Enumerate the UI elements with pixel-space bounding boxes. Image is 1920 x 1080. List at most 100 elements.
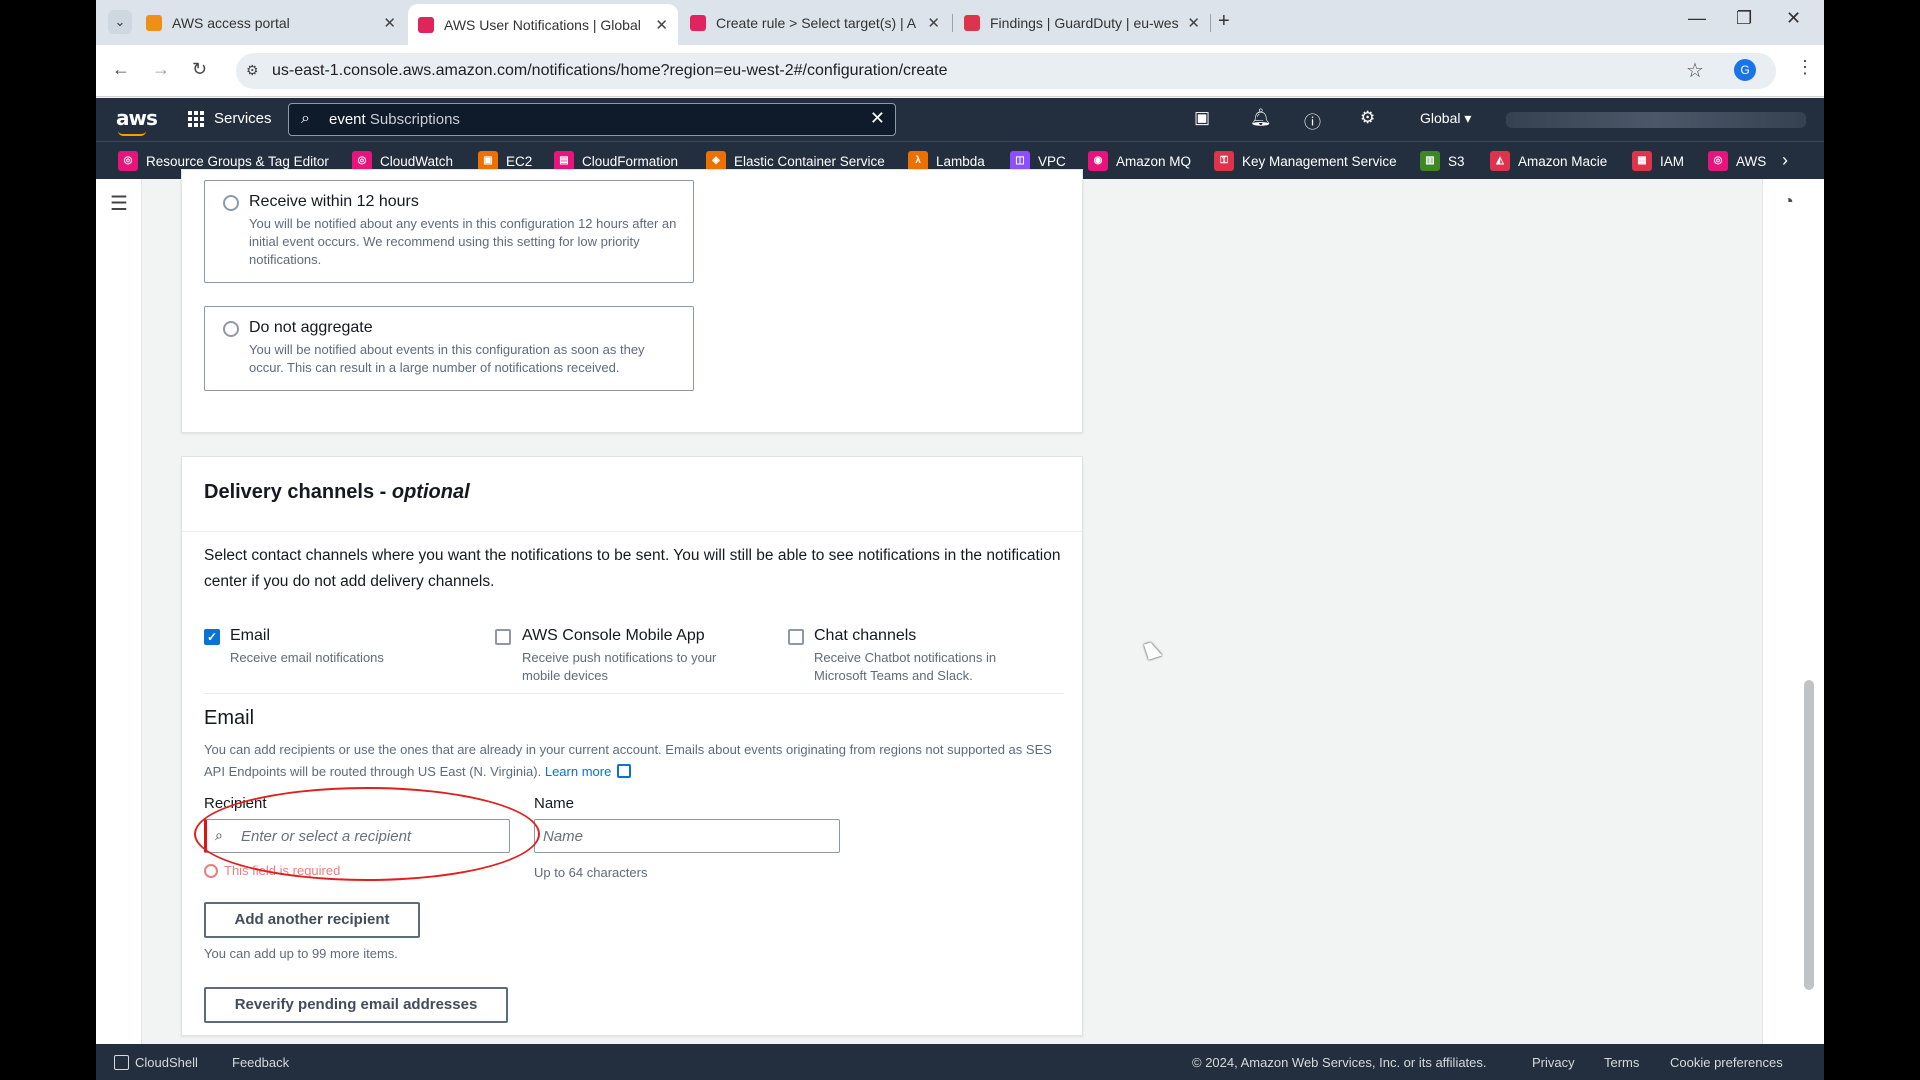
menu-hamburger-icon[interactable]: ☰ (110, 191, 128, 216)
region-selector[interactable]: Global ▾ (1420, 110, 1471, 127)
option-title: Do not aggregate (249, 319, 373, 336)
guardduty-favicon-icon (964, 15, 980, 31)
cloudshell-icon[interactable]: ▣ (1194, 108, 1210, 128)
favorite-s3[interactable]: ▥ S3 (1420, 151, 1465, 171)
tab-title: Create rule > Select target(s) | A (716, 15, 917, 31)
add-another-recipient-button[interactable]: Add another recipient (204, 902, 420, 938)
chevron-right-icon[interactable]: › (1782, 150, 1788, 171)
cloudshell-icon (114, 1055, 129, 1070)
site-info-icon[interactable]: ⚙ (246, 62, 259, 79)
mobile-app-checkbox[interactable] (495, 629, 511, 645)
name-input[interactable]: Name (534, 819, 840, 853)
error-icon (204, 863, 218, 878)
reload-icon[interactable]: ↻ (192, 59, 207, 80)
browser-menu-icon[interactable]: ⋮ (1796, 57, 1814, 78)
console-footer: CloudShell Feedback © 2024, Amazon Web S… (96, 1044, 1824, 1080)
feedback-link[interactable]: Feedback (232, 1055, 289, 1070)
eventbridge-favicon-icon (690, 15, 706, 31)
favorite-cloudwatch[interactable]: ◎ CloudWatch (352, 151, 453, 171)
help-icon[interactable]: ⓘ (1304, 108, 1321, 133)
delivery-description: Select contact channels where you want t… (204, 547, 1061, 590)
learn-more-link[interactable]: Learn more (545, 764, 611, 779)
favorite-kms[interactable]: ⚿ Key Management Service (1214, 151, 1397, 171)
reverify-email-button[interactable]: Reverify pending email addresses (204, 987, 508, 1023)
s3-icon: ▥ (1420, 151, 1440, 171)
favorite-vpc[interactable]: ◫ VPC (1010, 151, 1066, 171)
url-text[interactable]: us-east-1.console.aws.amazon.com/notific… (272, 62, 947, 80)
new-tab-icon[interactable]: + (1218, 10, 1230, 33)
favorite-ecs[interactable]: ◈ Elastic Container Service (706, 151, 885, 171)
name-hint: Up to 64 characters (534, 865, 648, 880)
tab-user-notifications[interactable]: AWS User Notifications | Global ✕ (408, 4, 678, 45)
services-menu-button[interactable]: Services (188, 110, 272, 127)
favorite-cloudformation[interactable]: ▤ CloudFormation (554, 151, 678, 171)
cookie-preferences-link[interactable]: Cookie preferences (1670, 1055, 1783, 1070)
name-label: Name (534, 795, 575, 812)
favorite-label: CloudFormation (582, 153, 679, 169)
favorite-amazon-mq[interactable]: ◉ Amazon MQ (1088, 151, 1191, 171)
option-title: Receive within 12 hours (249, 193, 419, 210)
amazon-mq-icon: ◉ (1088, 151, 1108, 171)
email-info-text: You can add recipients or use the ones t… (204, 739, 1064, 783)
page-scrollbar[interactable] (1804, 680, 1814, 990)
option-do-not-aggregate[interactable]: Do not aggregate You will be notified ab… (204, 306, 694, 391)
tab-create-rule[interactable]: Create rule > Select target(s) | A ✕ (680, 6, 950, 40)
settings-gear-icon[interactable]: ⚙ (1360, 108, 1375, 128)
favorite-lambda[interactable]: λ Lambda (908, 151, 985, 171)
email-section-heading: Email (204, 707, 255, 729)
close-window-icon[interactable]: ✕ (1786, 8, 1801, 29)
option-receive-12-hours[interactable]: Receive within 12 hours You will be noti… (204, 180, 694, 283)
privacy-link[interactable]: Privacy (1532, 1055, 1575, 1070)
forward-icon[interactable]: → (152, 59, 170, 80)
resource-groups-icon: ◎ (118, 151, 138, 171)
profile-avatar[interactable]: G (1734, 59, 1756, 81)
radio-receive-12-hours[interactable] (223, 195, 239, 211)
external-link-icon (617, 764, 632, 778)
close-tab-icon[interactable]: ✕ (383, 14, 396, 32)
tab-search-icon[interactable]: ⌄ (108, 10, 132, 34)
restore-icon[interactable]: ❐ (1736, 8, 1752, 29)
terms-link[interactable]: Terms (1604, 1055, 1639, 1070)
favorite-ec2[interactable]: ▣ EC2 (478, 151, 532, 171)
close-tab-icon[interactable]: ✕ (927, 14, 940, 32)
chat-channels-desc: Receive Chatbot notifications in Microso… (814, 650, 997, 683)
cloudformation-icon: ▤ (554, 151, 574, 171)
mobile-app-channel-label[interactable]: AWS Console Mobile App (522, 627, 705, 645)
console-search-input[interactable]: ⌕ event Subscriptions ✕ (288, 103, 896, 136)
panel-toggle-icon[interactable]: ◔ (1783, 191, 1794, 212)
chat-channels-checkbox[interactable] (788, 629, 804, 645)
favorite-resource-groups[interactable]: ◎ Resource Groups & Tag Editor (118, 151, 329, 171)
radio-do-not-aggregate[interactable] (223, 321, 239, 337)
favorite-iam[interactable]: ▦ IAM (1632, 151, 1684, 171)
macie-icon: ◭ (1490, 151, 1510, 171)
annotation-highlight-circle (194, 787, 540, 881)
favorite-aws[interactable]: ◎ AWS (1708, 151, 1766, 171)
close-tab-icon[interactable]: ✕ (1187, 14, 1200, 32)
option-description: You will be notified about any events in… (249, 216, 677, 267)
utility-panel-strip: ◔ (1762, 179, 1824, 1044)
tab-aws-access-portal[interactable]: AWS access portal ✕ (136, 6, 406, 40)
cloudshell-footer-button[interactable]: CloudShell (114, 1055, 198, 1070)
bookmark-star-icon[interactable]: ☆ (1686, 58, 1704, 83)
email-checkbox[interactable]: ✓ (204, 629, 220, 645)
delivery-channels-heading: Delivery channels - optional (204, 481, 470, 504)
notifications-bell-icon[interactable]: 🔔︎ (1250, 108, 1272, 128)
add-recipient-hint: You can add up to 99 more items. (204, 946, 398, 961)
tab-guardduty-findings[interactable]: Findings | GuardDuty | eu-west ✕ (954, 6, 1210, 40)
optional-label: optional (391, 481, 470, 503)
close-tab-icon[interactable]: ✕ (655, 16, 668, 34)
email-channel-label[interactable]: Email (230, 627, 270, 645)
chat-channels-label[interactable]: Chat channels (814, 627, 916, 645)
favorite-amazon-macie[interactable]: ◭ Amazon Macie (1490, 151, 1607, 171)
aws-logo[interactable]: aws (116, 106, 158, 136)
delivery-channels-card: Delivery channels - optional Select cont… (181, 456, 1083, 1036)
aws-service-icon: ◎ (1708, 151, 1728, 171)
minimize-icon[interactable]: — (1688, 8, 1706, 29)
option-description: You will be notified about events in thi… (249, 342, 645, 375)
clear-search-icon[interactable]: ✕ (870, 108, 885, 129)
favorite-label: Amazon Macie (1518, 153, 1608, 169)
account-menu-redacted[interactable] (1506, 112, 1806, 128)
section-divider (182, 531, 1082, 532)
notifications-favicon-icon (418, 16, 434, 33)
back-icon[interactable]: ← (112, 59, 130, 80)
